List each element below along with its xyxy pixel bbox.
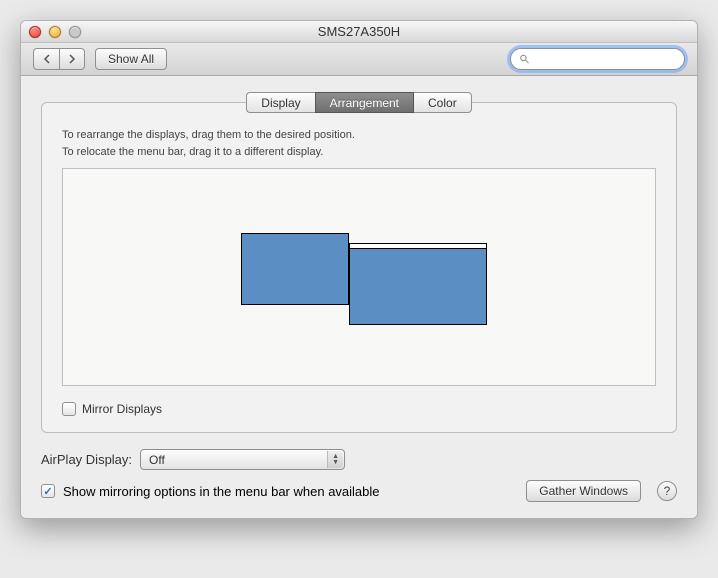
preferences-window: SMS27A350H Show All Display Arrangement … [20, 20, 698, 519]
nav-buttons [33, 48, 85, 70]
mirror-displays-checkbox[interactable] [62, 402, 76, 416]
airplay-row: AirPlay Display: Off ▲▼ [41, 449, 677, 470]
traffic-lights [29, 26, 81, 38]
display-primary[interactable] [349, 243, 487, 325]
gather-windows-button[interactable]: Gather Windows [526, 480, 641, 502]
gather-windows-label: Gather Windows [539, 484, 628, 498]
zoom-icon[interactable] [69, 26, 81, 38]
close-icon[interactable] [29, 26, 41, 38]
show-all-button[interactable]: Show All [95, 48, 167, 70]
instruction-line-1: To rearrange the displays, drag them to … [62, 127, 656, 144]
tab-color-label: Color [428, 96, 457, 110]
tab-bar: Display Arrangement Color [41, 76, 677, 113]
back-button[interactable] [33, 48, 59, 70]
minimize-icon[interactable] [49, 26, 61, 38]
toolbar: Show All [21, 43, 697, 76]
tab-color[interactable]: Color [414, 92, 472, 113]
content: Display Arrangement Color To rearrange t… [21, 76, 697, 518]
window-title: SMS27A350H [21, 24, 697, 39]
arrangement-pane: To rearrange the displays, drag them to … [41, 102, 677, 433]
forward-button[interactable] [59, 48, 85, 70]
tab-display-label: Display [261, 96, 300, 110]
display-secondary[interactable] [241, 233, 349, 305]
footer-row: Show mirroring options in the menu bar w… [41, 480, 677, 502]
titlebar: SMS27A350H [21, 21, 697, 43]
instructions: To rearrange the displays, drag them to … [62, 127, 656, 160]
display-arrangement-area[interactable] [62, 168, 656, 386]
airplay-popup[interactable]: Off ▲▼ [140, 449, 345, 470]
tab-display[interactable]: Display [246, 92, 314, 113]
mirror-displays-label: Mirror Displays [82, 402, 162, 416]
stepper-icon: ▲▼ [327, 451, 343, 468]
search-field[interactable] [510, 48, 685, 70]
lower-controls: AirPlay Display: Off ▲▼ Show mirroring o… [41, 433, 677, 502]
search-input[interactable] [534, 51, 676, 67]
menubar-handle[interactable] [349, 243, 487, 249]
tab-arrangement[interactable]: Arrangement [315, 92, 414, 113]
instruction-line-2: To relocate the menu bar, drag it to a d… [62, 144, 656, 161]
show-mirroring-checkbox[interactable] [41, 484, 55, 498]
show-mirroring-label: Show mirroring options in the menu bar w… [63, 484, 380, 499]
mirror-displays-row: Mirror Displays [62, 402, 656, 416]
tab-arrangement-label: Arrangement [330, 96, 399, 110]
help-button[interactable]: ? [657, 481, 677, 501]
airplay-value: Off [149, 453, 165, 467]
show-all-label: Show All [108, 52, 154, 66]
airplay-label: AirPlay Display: [41, 452, 132, 467]
search-icon [519, 53, 530, 65]
